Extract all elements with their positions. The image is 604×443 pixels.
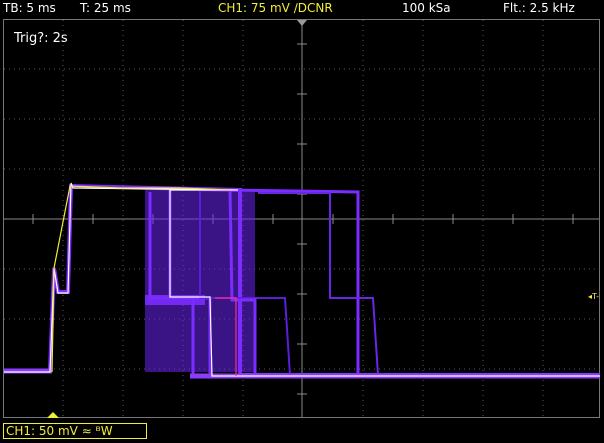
channel-status-box[interactable]: CH1: 50 mV ≈ ᴮW — [3, 423, 147, 439]
trigger-position-marker — [47, 412, 59, 418]
trigger-level-marker[interactable]: ◂T- — [588, 292, 599, 301]
trace-long-2 — [258, 192, 379, 376]
center-marker — [297, 20, 307, 26]
waveform-display — [3, 19, 600, 418]
trigger-status: Trig?: 2s — [14, 31, 68, 46]
